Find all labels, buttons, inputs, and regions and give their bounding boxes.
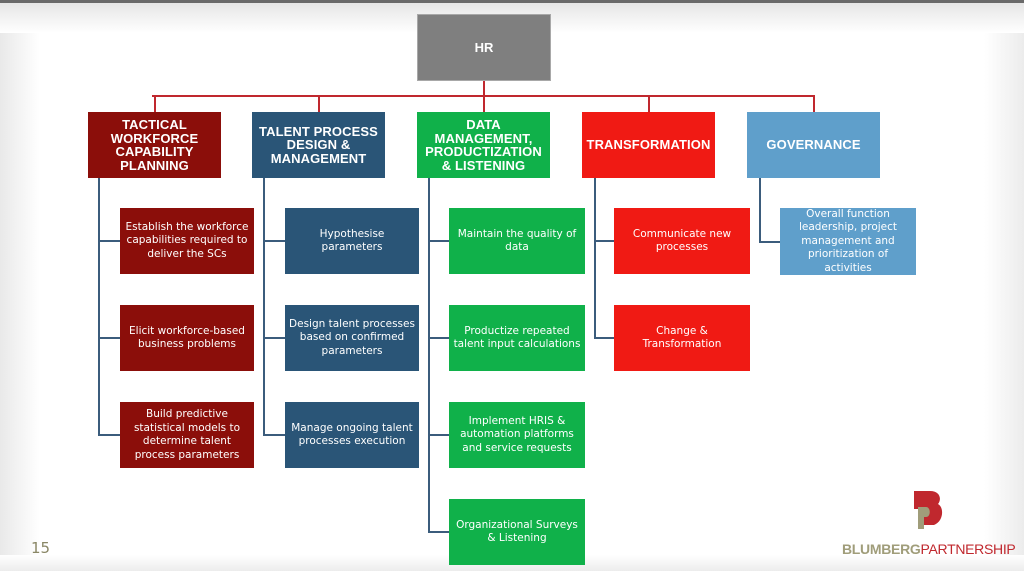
child-node[interactable]: Design talent processes based on confirm… (285, 305, 419, 371)
child-connector (594, 240, 614, 242)
child-node-label: Establish the workforce capabilities req… (125, 220, 249, 260)
branch-header-label: TALENT PROCESS DESIGN & MANAGEMENT (259, 123, 378, 166)
child-node[interactable]: Organizational Surveys & Listening (449, 499, 585, 565)
child-node[interactable]: Establish the workforce capabilities req… (120, 208, 254, 274)
slide-background (0, 0, 1024, 571)
child-connector (263, 434, 285, 436)
child-connector (759, 240, 780, 243)
child-node-label: Communicate new processes (632, 227, 732, 254)
child-node[interactable]: Communicate new processes (614, 208, 750, 274)
child-connector (594, 337, 614, 339)
branch-header-data-management-productization-listening[interactable]: DATA MANAGEMENT, PRODUCTIZATION & LISTEN… (417, 112, 550, 178)
branch-vertical-connector (98, 178, 100, 436)
child-node-label: Elicit workforce-based business problems (129, 324, 245, 351)
branch-header-transformation[interactable]: TRANSFORMATION (582, 112, 715, 178)
child-node-label: Overall function leadership, project man… (798, 207, 898, 274)
child-node[interactable]: Maintain the quality of data (449, 208, 585, 274)
child-node-label: Manage ongoing talent processes executio… (291, 421, 413, 448)
child-connector (98, 240, 120, 242)
branch-vertical-connector (759, 178, 761, 242)
root-node-hr[interactable]: HR (417, 14, 551, 81)
branch-vertical-connector (594, 178, 596, 339)
branch-drop-connector (647, 95, 650, 112)
page-number: 15 (31, 539, 51, 557)
child-node[interactable]: Elicit workforce-based business problems (120, 305, 254, 371)
branch-vertical-connector (428, 178, 430, 533)
logo-text-partnership: PARTNERSHIP (920, 541, 1016, 557)
branch-header-label: GOVERNANCE (766, 137, 861, 153)
child-node[interactable]: Manage ongoing talent processes executio… (285, 402, 419, 468)
child-connector (263, 337, 285, 339)
branch-header-label: TRANSFORMATION (586, 137, 711, 153)
blumberg-logo-icon (914, 491, 943, 529)
child-node[interactable]: Build predictive statistical models to d… (120, 402, 254, 468)
child-node-label: Build predictive statistical models to d… (133, 408, 241, 461)
child-connector (98, 337, 120, 339)
branch-drop-connector (812, 95, 815, 112)
child-node-label: Design talent processes based on confirm… (289, 317, 415, 357)
child-node[interactable]: Implement HRIS & automation platforms an… (449, 402, 585, 468)
child-connector (428, 434, 449, 436)
branch-header-governance[interactable]: GOVERNANCE (747, 112, 880, 178)
child-node[interactable]: Hypothesise parameters (285, 208, 419, 274)
logo-text-blumberg: BLUMBERG (842, 541, 921, 557)
child-connector (428, 240, 449, 242)
child-node[interactable]: Change & Transformation (614, 305, 750, 371)
child-node[interactable]: Overall function leadership, project man… (780, 208, 916, 275)
branch-header-label: DATA MANAGEMENT, PRODUCTIZATION & LISTEN… (425, 117, 542, 173)
child-node-label: Change & Transformation (642, 324, 722, 351)
branch-vertical-connector (263, 178, 265, 436)
branch-drop-connector (482, 95, 485, 112)
child-node[interactable]: Productize repeated talent input calcula… (449, 305, 585, 371)
branch-drop-connector (153, 95, 156, 112)
branch-drop-connector (317, 95, 320, 112)
branch-header-tactical-workforce-capability-planning[interactable]: TACTICAL WORKFORCE CAPABILITY PLANNING (88, 112, 221, 178)
child-connector (428, 531, 449, 533)
branch-header-label: TACTICAL WORKFORCE CAPABILITY PLANNING (110, 117, 199, 173)
child-node-label: Hypothesise parameters (319, 227, 385, 254)
child-connector (263, 240, 285, 242)
child-connector (98, 434, 120, 436)
child-connector (428, 337, 449, 339)
child-node-label: Organizational Surveys & Listening (456, 518, 578, 545)
child-node-label: Implement HRIS & automation platforms an… (460, 414, 574, 454)
child-node-label: Productize repeated talent input calcula… (453, 324, 581, 351)
branch-header-talent-process-design-management[interactable]: TALENT PROCESS DESIGN & MANAGEMENT (252, 112, 385, 178)
company-logo-text: BLUMBERGPARTNERSHIP (842, 541, 1016, 557)
child-node-label: Maintain the quality of data (457, 227, 577, 254)
